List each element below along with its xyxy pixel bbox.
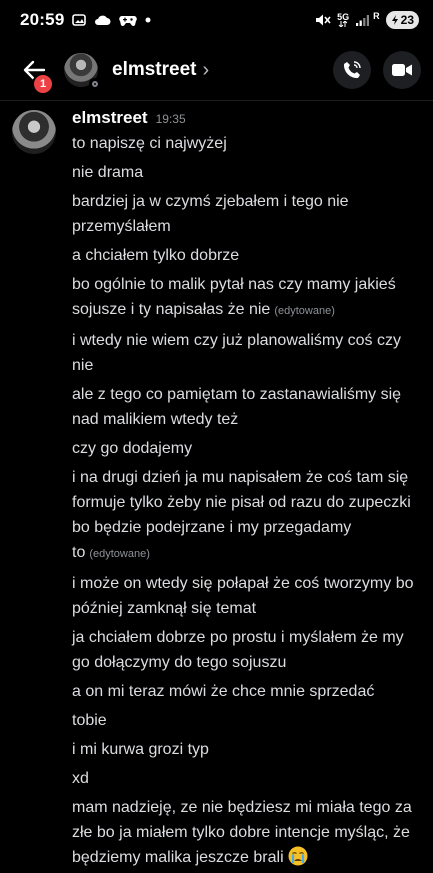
edited-label: (edytowane) — [274, 305, 335, 317]
status-bar: 20:59 5G R 23 — [0, 0, 433, 40]
status-bar-left: 20:59 — [20, 10, 151, 30]
message-line[interactable]: i wtedy nie wiem czy już planowaliśmy co… — [72, 325, 424, 379]
mute-icon — [315, 13, 331, 27]
cloud-icon — [94, 14, 111, 26]
unread-badge: 1 — [32, 73, 54, 95]
status-bar-right: 5G R 23 — [315, 11, 419, 29]
edited-label: (edytowane) — [89, 548, 150, 560]
message-author[interactable]: elmstreet — [72, 108, 148, 128]
message-text: ale z tego co pamiętam to zastanawialiśm… — [72, 386, 402, 428]
status-time: 20:59 — [20, 10, 65, 29]
message-line[interactable]: nie drama — [72, 157, 424, 186]
message-text: a on mi teraz mówi że chce mnie sprzedać — [72, 683, 375, 700]
crying-face-emoji-icon — [288, 846, 308, 866]
phone-icon — [343, 61, 361, 79]
message-text: nie drama — [72, 164, 144, 181]
message-line[interactable]: i mi kurwa grozi typ — [72, 734, 424, 763]
message-text: xd — [72, 770, 89, 787]
game-controller-icon — [119, 13, 138, 27]
network-label: 5G — [337, 12, 350, 22]
message-timestamp: 19:35 — [155, 112, 186, 126]
message-line[interactable]: bo ogólnie to malik pytał nas czy mamy j… — [72, 269, 424, 325]
chat-username[interactable]: elmstreet — [112, 59, 197, 81]
message-text: ja chciałem dobrze po prostu i myślałem … — [72, 629, 404, 671]
back-button[interactable]: 1 — [12, 48, 56, 95]
message-line[interactable]: a on mi teraz mówi że chce mnie sprzedać — [72, 676, 424, 705]
signal-5g-icon: 5G — [337, 13, 349, 27]
chevron-right-icon[interactable]: › — [203, 59, 210, 82]
message-line[interactable]: czy go dodajemy — [72, 433, 424, 462]
message-text: czy go dodajemy — [72, 440, 193, 457]
message-text: mam nadzieję, ze nie będziesz mi miała t… — [72, 799, 412, 866]
battery-indicator: 23 — [385, 11, 419, 29]
message-text: bardziej ja w czymś zjebałem i tego nie … — [72, 193, 349, 235]
message-line[interactable]: ale z tego co pamiętam to zastanawialiśm… — [72, 379, 424, 433]
video-call-button[interactable] — [383, 51, 421, 89]
message-text: i mi kurwa grozi typ — [72, 741, 209, 758]
message-line[interactable]: xd — [72, 763, 424, 792]
video-camera-icon — [392, 64, 412, 76]
message-line[interactable]: ja chciałem dobrze po prostu i myślałem … — [72, 622, 424, 676]
message-line[interactable]: bardziej ja w czymś zjebałem i tego nie … — [72, 186, 424, 240]
message-line[interactable]: a chciałem tylko dobrze — [72, 240, 424, 269]
message-avatar[interactable] — [12, 110, 56, 154]
message-text: tobie — [72, 712, 107, 729]
message-lines: to napiszę ci najwyżej nie drama bardzie… — [72, 128, 424, 871]
message-line[interactable]: to napiszę ci najwyżej — [72, 128, 424, 157]
header-divider — [0, 100, 433, 101]
message-line[interactable]: tobie — [72, 705, 424, 734]
signal-bars-icon — [355, 13, 371, 27]
chat-header: 1 elmstreet › — [0, 40, 433, 100]
offline-status-icon — [89, 78, 101, 90]
message-text: a chciałem tylko dobrze — [72, 247, 240, 264]
message-header: elmstreet 19:35 — [72, 108, 186, 128]
message-text: bo ogólnie to malik pytał nas czy mamy j… — [72, 276, 396, 318]
message-text: i może on wtedy się połapał że coś tworz… — [72, 575, 414, 617]
voice-call-button[interactable] — [333, 51, 371, 89]
avatar[interactable] — [64, 53, 101, 90]
message-line[interactable]: mam nadzieję, ze nie będziesz mi miała t… — [72, 792, 424, 871]
battery-level: 23 — [400, 13, 414, 27]
message-line[interactable]: i może on wtedy się połapał że coś tworz… — [72, 568, 424, 622]
image-icon — [72, 13, 87, 27]
header-actions — [333, 51, 421, 89]
message-text: to napiszę ci najwyżej — [72, 135, 227, 152]
message-text: i wtedy nie wiem czy już planowaliśmy co… — [72, 332, 401, 374]
roaming-label: R — [373, 11, 380, 21]
message-line[interactable]: i na drugi dzień ja mu napisałem że coś … — [72, 462, 424, 568]
dot-icon — [145, 17, 151, 23]
